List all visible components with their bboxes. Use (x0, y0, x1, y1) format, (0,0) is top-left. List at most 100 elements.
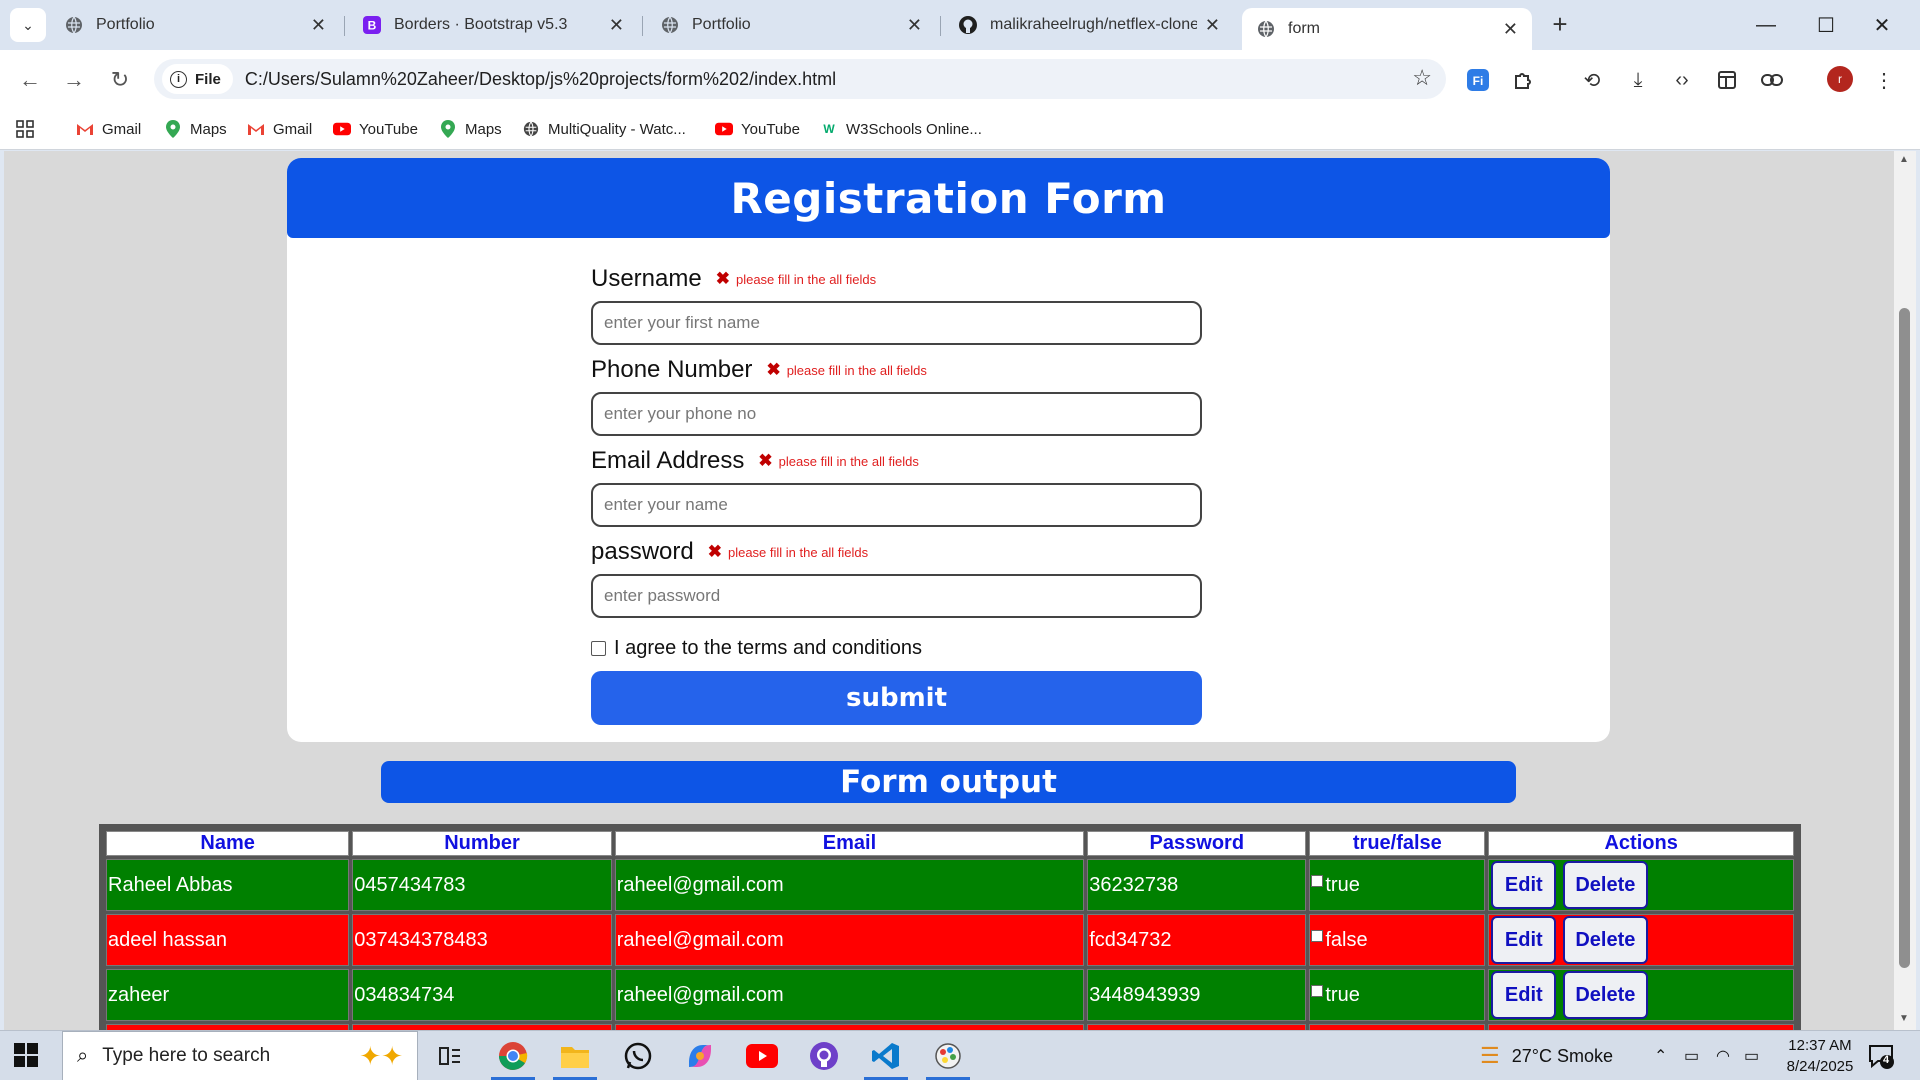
tab-search-button[interactable]: ⌄ (10, 8, 46, 42)
close-tab-icon[interactable]: ✕ (311, 15, 326, 36)
forward-button[interactable]: → (58, 64, 90, 96)
row-checkbox[interactable] (1311, 929, 1324, 942)
phone-label-row: Phone Number ✖ please fill in the all fie… (591, 356, 927, 384)
profile-avatar[interactable]: r (1827, 66, 1853, 92)
battery-icon[interactable]: ▭ (1744, 1031, 1759, 1080)
column-header-email: Email (614, 831, 1085, 856)
bookmark-label: Gmail (273, 120, 313, 138)
history-icon[interactable]: ⟲ (1578, 66, 1606, 94)
back-button[interactable]: ← (14, 64, 46, 96)
bookmark-gmail[interactable]: Gmail (76, 118, 141, 140)
terms-checkbox[interactable] (591, 641, 606, 656)
delete-button[interactable]: Delete (1562, 861, 1648, 909)
bookmark-multiquality[interactable]: MultiQuality - Watc... (522, 118, 686, 140)
bookmark-maps[interactable]: Maps (164, 118, 227, 140)
bookmark-gmail-2[interactable]: Gmail (247, 118, 312, 140)
sidebar-icon[interactable] (1713, 66, 1741, 94)
menu-kebab-icon[interactable]: ⋮ (1870, 66, 1898, 94)
close-icon: ✕ (1873, 14, 1891, 37)
close-tab-icon[interactable]: ✕ (1503, 19, 1518, 40)
password-input[interactable]: enter password (591, 574, 1202, 618)
scroll-up-arrow-icon[interactable]: ▲ (1899, 154, 1909, 165)
submit-button[interactable]: submit (591, 671, 1202, 725)
cell-email: raheel@gmail.com (614, 859, 1085, 911)
svg-text:B: B (368, 19, 377, 33)
terms-label: I agree to the terms and conditions (614, 637, 922, 659)
bookmark-label: Maps (190, 120, 227, 138)
scrollbar-thumb[interactable] (1899, 308, 1910, 968)
tab-portfolio-2[interactable]: Portfolio ✕ (646, 8, 936, 42)
vscode-icon[interactable] (864, 1036, 908, 1080)
weather-widget[interactable]: ☰ 27°C Smoke (1480, 1031, 1613, 1080)
column-header-password: Password (1087, 831, 1307, 856)
close-tab-icon[interactable]: ✕ (907, 15, 922, 36)
tab-portfolio-1[interactable]: Portfolio ✕ (50, 8, 340, 42)
bookmark-youtube[interactable]: YouTube (333, 118, 418, 140)
globe-icon (64, 15, 84, 35)
edit-button[interactable]: Edit (1491, 971, 1557, 1019)
edit-button[interactable]: Edit (1491, 861, 1557, 909)
tab-github[interactable]: malikraheelrugh/netflex-clone: ✕ (944, 8, 1234, 42)
download-icon[interactable]: ⤓ (1624, 66, 1652, 94)
bookmarks-bar: Gmail Maps Gmail YouTube Maps MultiQuali… (0, 108, 1920, 150)
address-bar[interactable]: i File C:/Users/Sulamn%20Zaheer/Desktop/… (154, 59, 1446, 99)
reload-icon: ↻ (110, 67, 130, 92)
delete-button[interactable]: Delete (1562, 916, 1648, 964)
taskbar-search-placeholder: Type here to search (102, 1045, 271, 1066)
code-icon[interactable]: ‹› (1668, 66, 1696, 94)
gmail-icon (76, 121, 94, 137)
row-checkbox[interactable] (1311, 874, 1324, 887)
tab-form[interactable]: form ✕ (1242, 8, 1532, 50)
taskbar-search-box[interactable]: ⌕ Type here to search ✦✦ (62, 1031, 418, 1080)
extensions-puzzle-icon[interactable] (1510, 66, 1538, 94)
close-tab-icon[interactable]: ✕ (1205, 15, 1220, 36)
taskbar-clock[interactable]: 12:37 AM 8/24/2025 (1775, 1035, 1865, 1077)
meet-icon[interactable]: ▭ (1684, 1031, 1699, 1080)
close-tab-icon[interactable]: ✕ (609, 15, 624, 36)
close-window-button[interactable]: ✕ (1862, 10, 1902, 40)
notification-center-icon[interactable]: 4 (1868, 1043, 1894, 1069)
task-view-icon[interactable] (428, 1036, 472, 1076)
windows-start-icon[interactable] (14, 1043, 38, 1067)
page-scrollbar[interactable]: ▲ ▼ (1894, 151, 1916, 1030)
output-title: Form output (381, 761, 1516, 803)
link-icon[interactable] (1758, 66, 1786, 94)
row-checkbox[interactable] (1311, 984, 1324, 997)
table-row: zaheer 034834734 raheel@gmail.com 344894… (106, 969, 1794, 1021)
edit-button[interactable]: Edit (1491, 916, 1557, 964)
scroll-down-arrow-icon[interactable]: ▼ (1899, 1013, 1909, 1024)
paint-app-icon[interactable] (926, 1036, 970, 1080)
haze-weather-icon: ☰ (1480, 1043, 1500, 1068)
bookmark-youtube-2[interactable]: YouTube (715, 118, 800, 140)
password-label-row: password ✖ please fill in the all fields (591, 538, 868, 566)
chrome-taskbar-icon[interactable] (491, 1036, 535, 1080)
maximize-button[interactable]: ☐ (1806, 10, 1846, 40)
apps-grid-icon[interactable] (16, 118, 34, 140)
table-header-row: Name Number Email Password true/false Ac… (106, 831, 1794, 856)
clock-date: 8/24/2025 (1786, 1058, 1854, 1075)
url-text[interactable]: C:/Users/Sulamn%20Zaheer/Desktop/js%20pr… (245, 69, 836, 90)
youtube-taskbar-icon[interactable] (740, 1036, 784, 1076)
bookmark-maps-2[interactable]: Maps (439, 118, 502, 140)
email-input[interactable]: enter your name (591, 483, 1202, 527)
reload-button[interactable]: ↻ (104, 64, 136, 96)
new-tab-button[interactable]: + (1545, 8, 1575, 40)
whatsapp-icon[interactable] (616, 1036, 660, 1076)
file-explorer-icon[interactable] (553, 1036, 597, 1080)
phone-input[interactable]: enter your phone no (591, 392, 1202, 436)
extension-fi-icon[interactable]: Fi (1464, 66, 1492, 94)
github-desktop-icon[interactable] (802, 1036, 846, 1076)
tray-overflow-icon[interactable]: ⌃ (1654, 1031, 1667, 1080)
column-header-name: Name (106, 831, 350, 856)
bookmark-w3schools[interactable]: W W3Schools Online... (820, 118, 982, 140)
username-input[interactable]: enter your first name (591, 301, 1202, 345)
minimize-button[interactable]: — (1746, 10, 1786, 40)
tab-bootstrap[interactable]: B Borders · Bootstrap v5.3 ✕ (348, 8, 638, 42)
copilot-icon[interactable] (678, 1036, 722, 1076)
bookmark-star-icon[interactable]: ☆ (1412, 65, 1432, 91)
error-text: please fill in the all fields (727, 544, 869, 560)
site-info-chip[interactable]: i File (162, 64, 233, 94)
error-x-icon: ✖ (758, 451, 773, 470)
delete-button[interactable]: Delete (1562, 971, 1648, 1019)
network-icon[interactable]: ◠ (1716, 1031, 1730, 1080)
